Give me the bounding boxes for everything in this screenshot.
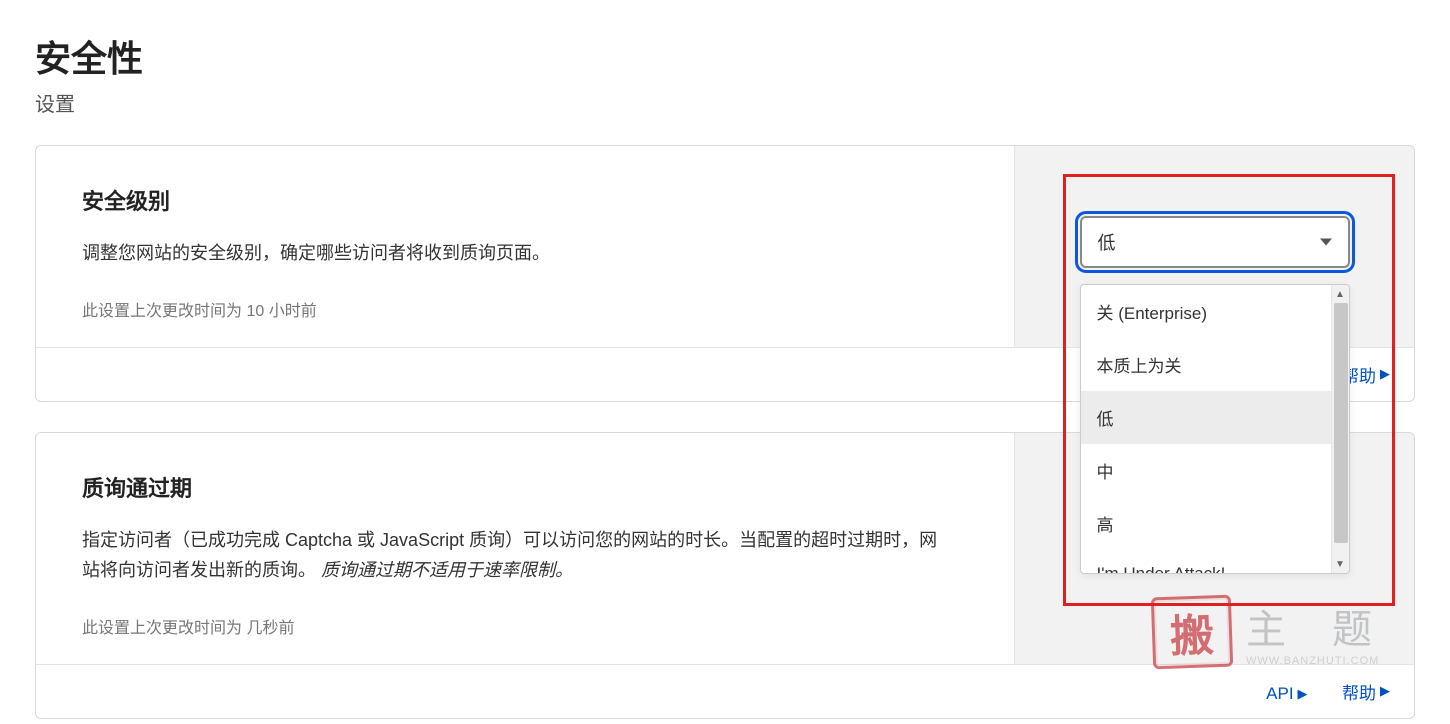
api-link-label: API xyxy=(1266,684,1293,704)
options-scrollbar[interactable]: ▲ ▼ xyxy=(1331,285,1349,573)
option-under-attack[interactable]: I'm Under Attack! xyxy=(1081,550,1349,574)
page-subtitle: 设置 xyxy=(35,88,1415,117)
option-low[interactable]: 低 xyxy=(1081,391,1349,444)
security-level-meta: 此设置上次更改时间为 10 小时前 xyxy=(82,297,968,321)
chevron-right-icon: ▶ xyxy=(1380,366,1390,382)
scroll-thumb[interactable] xyxy=(1334,303,1348,543)
challenge-passage-meta: 此设置上次更改时间为 几秒前 xyxy=(82,614,968,638)
scroll-up-icon[interactable]: ▲ xyxy=(1332,285,1349,303)
page-title: 安全性 xyxy=(35,30,1415,82)
security-level-select-value: 低 xyxy=(1098,229,1116,255)
challenge-passage-footer: API ▶ 帮助 ▶ xyxy=(36,664,1414,718)
security-level-options: 关 (Enterprise) 本质上为关 低 中 高 I'm Under Att… xyxy=(1080,284,1350,574)
security-level-title: 安全级别 xyxy=(82,184,968,216)
security-level-select[interactable]: 低 xyxy=(1080,216,1350,268)
watermark-url: WWW.BANZHUTI.COM xyxy=(1246,655,1390,667)
option-essentially-off[interactable]: 本质上为关 xyxy=(1081,338,1349,391)
api-link[interactable]: API ▶ xyxy=(1266,684,1307,704)
dropdown-icon xyxy=(1320,239,1332,246)
option-high[interactable]: 高 xyxy=(1081,497,1349,550)
help-link-2-label: 帮助 xyxy=(1342,679,1376,704)
watermark: 搬 主 题 WWW.BANZHUTI.COM xyxy=(1152,596,1390,668)
chevron-right-icon: ▶ xyxy=(1298,686,1308,702)
challenge-passage-desc-note: 质询通过期不适用于速率限制。 xyxy=(321,560,573,580)
watermark-text: 主 题 xyxy=(1246,597,1390,655)
option-medium[interactable]: 中 xyxy=(1081,444,1349,497)
watermark-seal: 搬 xyxy=(1151,595,1233,670)
option-off-enterprise[interactable]: 关 (Enterprise) xyxy=(1081,285,1349,338)
chevron-right-icon: ▶ xyxy=(1380,683,1390,699)
challenge-passage-desc: 指定访问者（已成功完成 Captcha 或 JavaScript 质询）可以访问… xyxy=(82,525,952,586)
security-level-desc: 调整您网站的安全级别，确定哪些访问者将收到质询页面。 xyxy=(82,238,952,269)
challenge-passage-title: 质询通过期 xyxy=(82,471,968,503)
scroll-down-icon[interactable]: ▼ xyxy=(1332,555,1349,573)
security-level-card: 安全级别 调整您网站的安全级别，确定哪些访问者将收到质询页面。 此设置上次更改时… xyxy=(35,145,1415,402)
help-link-2[interactable]: 帮助 ▶ xyxy=(1342,679,1390,704)
